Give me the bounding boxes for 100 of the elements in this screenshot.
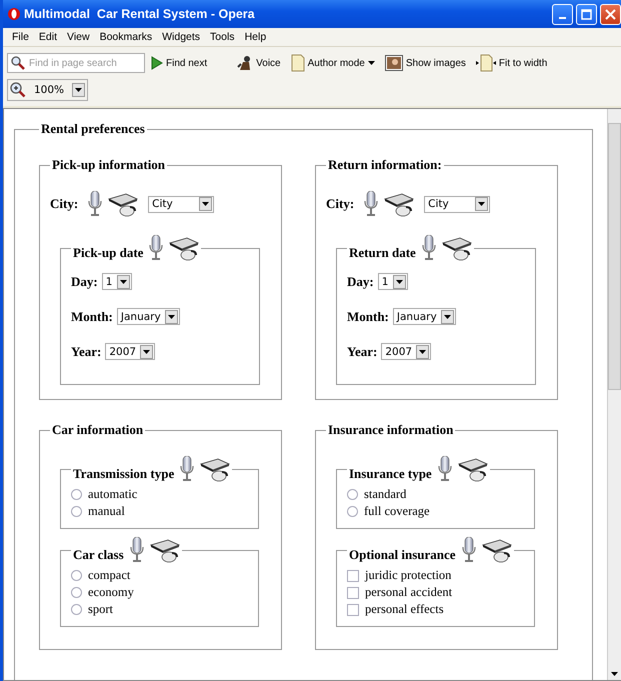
caret-icon — [444, 314, 451, 318]
radio-button[interactable] — [347, 506, 358, 517]
caret-icon — [75, 88, 82, 92]
radio-button[interactable] — [71, 604, 82, 615]
option-label: standard — [364, 486, 406, 503]
dropdown[interactable]: 1 — [102, 273, 132, 290]
menu-item[interactable]: File — [7, 31, 34, 43]
option-label: automatic — [88, 486, 138, 503]
checkbox[interactable] — [347, 604, 359, 616]
caret-icon — [478, 202, 486, 206]
menu-item[interactable]: Edit — [34, 31, 62, 43]
dropdown[interactable]: 2007 — [381, 343, 432, 360]
maximize-button[interactable] — [576, 4, 597, 24]
group-legend: Transmission type — [73, 466, 174, 482]
browser-logo-icon — [7, 7, 21, 21]
search-field[interactable]: Find in page search — [7, 53, 145, 73]
toolbar-button[interactable]: Fit to width — [472, 54, 552, 72]
radio-button[interactable] — [347, 489, 358, 500]
microphone-icon[interactable] — [180, 456, 194, 482]
option-label: economy — [88, 584, 134, 601]
section-legend: Insurance information — [328, 422, 454, 438]
window-title: Multimodal Car Rental System - Opera — [24, 7, 256, 21]
option-label: juridic protection — [365, 567, 452, 584]
microphone-icon[interactable] — [422, 235, 436, 261]
field-label: Month: — [347, 308, 389, 324]
caret-icon — [396, 280, 403, 284]
keyboard-mouse-icon[interactable] — [482, 539, 512, 563]
keyboard-mouse-icon[interactable] — [150, 539, 180, 563]
caret-icon — [202, 202, 210, 206]
group-legend: Pick-up date — [73, 245, 144, 261]
group-legend: Insurance type — [349, 466, 432, 482]
caret-icon — [611, 672, 618, 676]
menu-item[interactable]: Widgets — [157, 31, 206, 43]
keyboard-mouse-icon[interactable] — [458, 458, 488, 482]
field-label: City: — [50, 196, 78, 212]
menu-item[interactable]: Help — [240, 31, 272, 43]
radio-button[interactable] — [71, 506, 82, 517]
microphone-icon[interactable] — [130, 537, 144, 563]
microphone-icon[interactable] — [438, 456, 452, 482]
option-label: full coverage — [364, 503, 430, 520]
keyboard-mouse-icon[interactable] — [384, 193, 414, 217]
checkbox[interactable] — [347, 570, 359, 582]
toolbar-button[interactable]: Author mode — [286, 54, 379, 72]
menu-item[interactable]: Bookmarks — [94, 31, 158, 43]
option-label: compact — [88, 567, 130, 584]
microphone-icon[interactable] — [462, 537, 476, 563]
toolbar-button[interactable]: Find next — [147, 56, 212, 70]
radio-button[interactable] — [71, 489, 82, 500]
close-icon — [605, 8, 616, 20]
dropdown[interactable]: 1 — [378, 273, 408, 290]
minimize-button[interactable] — [552, 4, 573, 24]
option-label: sport — [88, 601, 113, 618]
menu-item[interactable]: View — [62, 31, 95, 43]
radio-button[interactable] — [71, 570, 82, 581]
scrollbar[interactable] — [607, 109, 621, 680]
menu-item[interactable]: Tools — [205, 31, 240, 43]
field-label: Year: — [71, 344, 102, 360]
dropdown[interactable]: City — [148, 196, 214, 212]
play-icon — [151, 56, 163, 70]
zoom-field[interactable]: 100% — [7, 79, 88, 101]
keyboard-mouse-icon[interactable] — [108, 193, 138, 217]
field-label: City: — [326, 196, 354, 212]
group-legend: Car class — [73, 547, 124, 563]
image-icon — [384, 55, 403, 71]
field-label: Month: — [71, 308, 113, 324]
radio-button[interactable] — [71, 587, 82, 598]
section-legend: Pick-up information — [52, 157, 166, 173]
section-legend: Return information: — [328, 157, 442, 173]
minimize-icon — [559, 16, 566, 18]
toolbar-button[interactable]: Show images — [380, 55, 470, 71]
checkbox[interactable] — [347, 586, 359, 598]
section-legend: Car information — [52, 422, 144, 438]
close-button[interactable] — [600, 4, 621, 24]
option-label: manual — [88, 503, 125, 520]
maximize-icon — [581, 8, 592, 20]
microphone-icon[interactable] — [88, 191, 102, 217]
option-label: personal effects — [365, 601, 444, 618]
panel-legend: Rental preferences — [41, 121, 145, 137]
zoom-in-icon — [10, 82, 26, 98]
dropdown[interactable]: January — [116, 308, 180, 325]
microphone-icon[interactable] — [149, 235, 164, 261]
caret-icon — [143, 350, 150, 354]
keyboard-mouse-icon[interactable] — [442, 237, 472, 261]
caret-icon — [168, 314, 175, 318]
search-icon — [11, 56, 25, 70]
keyboard-mouse-icon[interactable] — [200, 458, 230, 482]
page-icon — [290, 54, 305, 72]
microphone-icon[interactable] — [364, 191, 378, 217]
dropdown[interactable]: January — [392, 308, 456, 325]
toolbar-button[interactable]: Voice — [233, 55, 285, 71]
group-legend: Return date — [349, 245, 416, 261]
keyboard-mouse-icon[interactable] — [169, 237, 200, 261]
dropdown[interactable]: City — [424, 196, 490, 212]
field-label: Day: — [347, 274, 374, 290]
field-label: Year: — [347, 344, 378, 360]
group-legend: Optional insurance — [349, 547, 456, 563]
option-label: personal accident — [365, 584, 452, 601]
caret-icon — [120, 280, 127, 284]
page-arrows-icon — [476, 54, 496, 72]
dropdown[interactable]: 2007 — [105, 343, 156, 360]
